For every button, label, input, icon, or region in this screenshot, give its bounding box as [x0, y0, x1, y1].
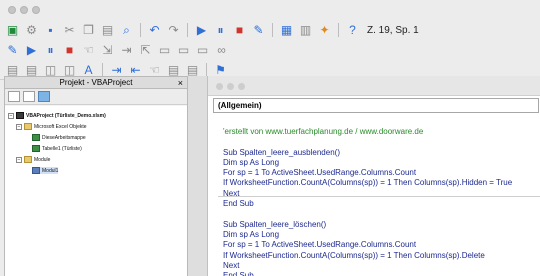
code-line[interactable]: If WorksheetFunction.CountA(Columns(sp))… — [223, 251, 540, 261]
code-line[interactable]: For sp = 1 To ActiveSheet.UsedRange.Colu… — [223, 240, 540, 250]
step-over-icon[interactable]: ⇥ — [118, 42, 135, 58]
run-icon[interactable]: ▶ — [23, 42, 40, 58]
run-icon[interactable]: ▶ — [193, 22, 210, 38]
view-object-icon[interactable] — [23, 91, 35, 102]
call-stack-icon[interactable]: ∞ — [213, 42, 230, 58]
redo-icon[interactable]: ↷ — [165, 22, 182, 38]
worksheet-icon — [32, 145, 40, 152]
code-line[interactable]: If WorksheetFunction.CountA(Columns(sp))… — [223, 178, 540, 188]
design-mode-icon[interactable]: ✎ — [4, 42, 21, 58]
code-line[interactable]: 'erstellt von www.tuerfachplanung.de / w… — [223, 127, 540, 137]
collapse-icon[interactable]: − — [16, 123, 22, 130]
immediate-window-icon[interactable]: ▭ — [175, 42, 192, 58]
tree-item-excel-objects[interactable]: − Microsoft Excel Objekte — [16, 123, 87, 130]
watch-window-icon[interactable]: ▭ — [194, 42, 211, 58]
zoom-window-button[interactable] — [32, 6, 40, 14]
view-code-icon[interactable] — [8, 91, 20, 102]
paste-icon[interactable]: ▤ — [99, 22, 116, 38]
save-icon[interactable]: ▪ — [42, 22, 59, 38]
code-window-titlebar — [208, 76, 540, 96]
design-mode-icon[interactable]: ✎ — [250, 22, 267, 38]
toolbar-divider — [338, 23, 339, 37]
folder-icon — [24, 156, 32, 163]
code-line[interactable]: End Sub — [223, 199, 540, 209]
code-line[interactable]: Dim sp As Long — [223, 230, 540, 240]
tree-item-module[interactable]: Modul1 — [32, 167, 59, 174]
workbook-icon — [32, 134, 40, 141]
project-tree: − VBAProject (Türliste_Demo.xlsm) − Micr… — [5, 106, 187, 276]
window-titlebar — [0, 0, 540, 20]
properties-icon[interactable]: ▥ — [297, 22, 314, 38]
undo-icon[interactable]: ↶ — [146, 22, 163, 38]
toolbar-divider — [272, 23, 273, 37]
reset-icon[interactable]: ■ — [61, 42, 78, 58]
break-icon[interactable]: ⏸ — [212, 22, 229, 38]
toggle-folders-icon[interactable] — [38, 91, 50, 102]
tree-item-sheet[interactable]: Tabelle1 (Türliste) — [32, 145, 82, 152]
code-line[interactable]: For sp = 1 To ActiveSheet.UsedRange.Colu… — [223, 168, 540, 178]
project-explorer-icon[interactable]: ▦ — [278, 22, 295, 38]
code-line[interactable] — [223, 209, 540, 219]
code-editor[interactable]: 'erstellt von www.tuerfachplanung.de / w… — [223, 127, 540, 276]
toolbox-icon[interactable]: ✦ — [316, 22, 333, 38]
project-panel-toolbar — [5, 89, 187, 105]
toolbar-divider — [102, 62, 103, 77]
close-icon[interactable]: × — [178, 77, 183, 89]
standard-toolbar: ▣ ⚙ ▪ ✂ ❐ ▤ ⌕ ↶ ↷ ▶ ⏸ ■ ✎ ▦ ▥ ✦ ? Z. 19,… — [0, 20, 540, 40]
toolbar-divider — [187, 23, 188, 37]
excel-icon[interactable]: ▣ — [4, 22, 21, 38]
module-icon — [32, 167, 40, 174]
code-window-zoom-button[interactable] — [238, 83, 245, 90]
minimize-window-button[interactable] — [20, 6, 28, 14]
panel-splitter[interactable] — [188, 76, 207, 276]
cut-icon[interactable]: ✂ — [61, 22, 78, 38]
tree-item-modules[interactable]: − Module — [16, 156, 50, 163]
vba-editor-window: ▣ ⚙ ▪ ✂ ❐ ▤ ⌕ ↶ ↷ ▶ ⏸ ■ ✎ ▦ ▥ ✦ ? Z. 19,… — [0, 0, 540, 276]
code-window: (Allgemein) 'erstellt von www.tuerfachpl… — [207, 76, 540, 276]
vba-project-icon — [16, 112, 24, 119]
insert-module-icon[interactable]: ⚙ — [23, 22, 40, 38]
code-line[interactable]: Next — [223, 189, 540, 199]
code-line[interactable] — [223, 137, 540, 147]
cursor-position-label: Z. 19, Sp. 1 — [367, 24, 419, 36]
code-line[interactable]: End Sub — [223, 271, 540, 276]
object-dropdown[interactable]: (Allgemein) — [213, 98, 539, 113]
tree-item-workbook[interactable]: DieseArbeitsmappe — [32, 134, 86, 141]
code-line[interactable]: Sub Spalten_leere_löschen() — [223, 220, 540, 230]
debug-toolbar: ✎ ▶ ⏸ ■ ☜ ⇲ ⇥ ⇱ ▭ ▭ ▭ ∞ — [0, 40, 540, 60]
toolbar-divider — [206, 62, 207, 77]
code-line[interactable]: Sub Spalten_leere_ausblenden() — [223, 148, 540, 158]
break-icon[interactable]: ⏸ — [42, 42, 59, 58]
step-out-icon[interactable]: ⇱ — [137, 42, 154, 58]
code-line[interactable]: Next — [223, 261, 540, 271]
find-icon[interactable]: ⌕ — [118, 22, 135, 38]
reset-icon[interactable]: ■ — [231, 22, 248, 38]
copy-icon[interactable]: ❐ — [80, 22, 97, 38]
code-window-minimize-button[interactable] — [227, 83, 234, 90]
step-into-icon[interactable]: ⇲ — [99, 42, 116, 58]
folder-icon — [24, 123, 32, 130]
code-window-close-button[interactable] — [216, 83, 223, 90]
breakpoint-hand-icon[interactable]: ☜ — [80, 42, 97, 58]
project-panel-title-text: Projekt - VBAProject — [59, 78, 133, 87]
tree-item-project[interactable]: − VBAProject (Türliste_Demo.xlsm) — [8, 112, 106, 119]
toolbar-divider — [140, 23, 141, 37]
project-explorer-panel: Projekt - VBAProject × − VBAProject (Tür… — [4, 76, 188, 276]
code-line[interactable]: Dim sp As Long — [223, 158, 540, 168]
help-icon[interactable]: ? — [344, 22, 361, 38]
project-panel-title: Projekt - VBAProject × — [5, 77, 187, 89]
collapse-icon[interactable]: − — [16, 156, 22, 163]
locals-window-icon[interactable]: ▭ — [156, 42, 173, 58]
collapse-icon[interactable]: − — [8, 112, 14, 119]
close-window-button[interactable] — [8, 6, 16, 14]
